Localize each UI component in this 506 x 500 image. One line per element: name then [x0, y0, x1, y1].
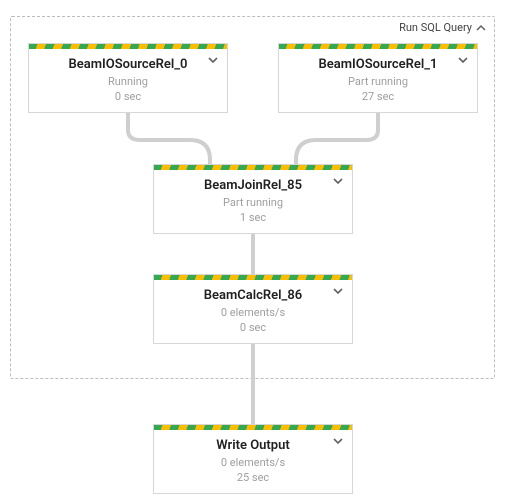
- node-title: BeamCalcRel_86: [154, 288, 352, 303]
- node-status: Running: [29, 75, 227, 88]
- chevron-down-icon[interactable]: [207, 54, 219, 66]
- node-status: Part running: [154, 196, 352, 209]
- node-rate: 0 elements/s: [154, 306, 352, 319]
- node-beam-io-source-0[interactable]: BeamIOSourceRel_0 Running 0 sec: [28, 44, 228, 113]
- running-stripe: [278, 43, 478, 49]
- running-stripe: [153, 164, 353, 170]
- node-rate: 0 elements/s: [154, 456, 352, 469]
- chevron-up-icon: [476, 23, 486, 33]
- node-write-output[interactable]: Write Output 0 elements/s 25 sec: [153, 425, 353, 494]
- chevron-down-icon[interactable]: [332, 175, 344, 187]
- node-title: BeamIOSourceRel_0: [29, 57, 227, 72]
- node-title: BeamIOSourceRel_1: [279, 57, 477, 72]
- running-stripe: [28, 43, 228, 49]
- node-title: BeamJoinRel_85: [154, 178, 352, 193]
- chevron-down-icon[interactable]: [457, 54, 469, 66]
- node-time: 27 sec: [279, 90, 477, 103]
- node-beam-io-source-1[interactable]: BeamIOSourceRel_1 Part running 27 sec: [278, 44, 478, 113]
- running-stripe: [153, 424, 353, 430]
- running-stripe: [153, 274, 353, 280]
- chevron-down-icon[interactable]: [332, 435, 344, 447]
- node-time: 0 sec: [154, 321, 352, 334]
- node-beam-join[interactable]: BeamJoinRel_85 Part running 1 sec: [153, 165, 353, 234]
- node-time: 1 sec: [154, 211, 352, 224]
- node-time: 0 sec: [29, 90, 227, 103]
- group-header[interactable]: Run SQL Query: [399, 21, 486, 34]
- node-time: 25 sec: [154, 471, 352, 484]
- node-title: Write Output: [154, 438, 352, 453]
- node-status: Part running: [279, 75, 477, 88]
- node-beam-calc[interactable]: BeamCalcRel_86 0 elements/s 0 sec: [153, 275, 353, 344]
- chevron-down-icon[interactable]: [332, 285, 344, 297]
- group-label: Run SQL Query: [399, 21, 472, 34]
